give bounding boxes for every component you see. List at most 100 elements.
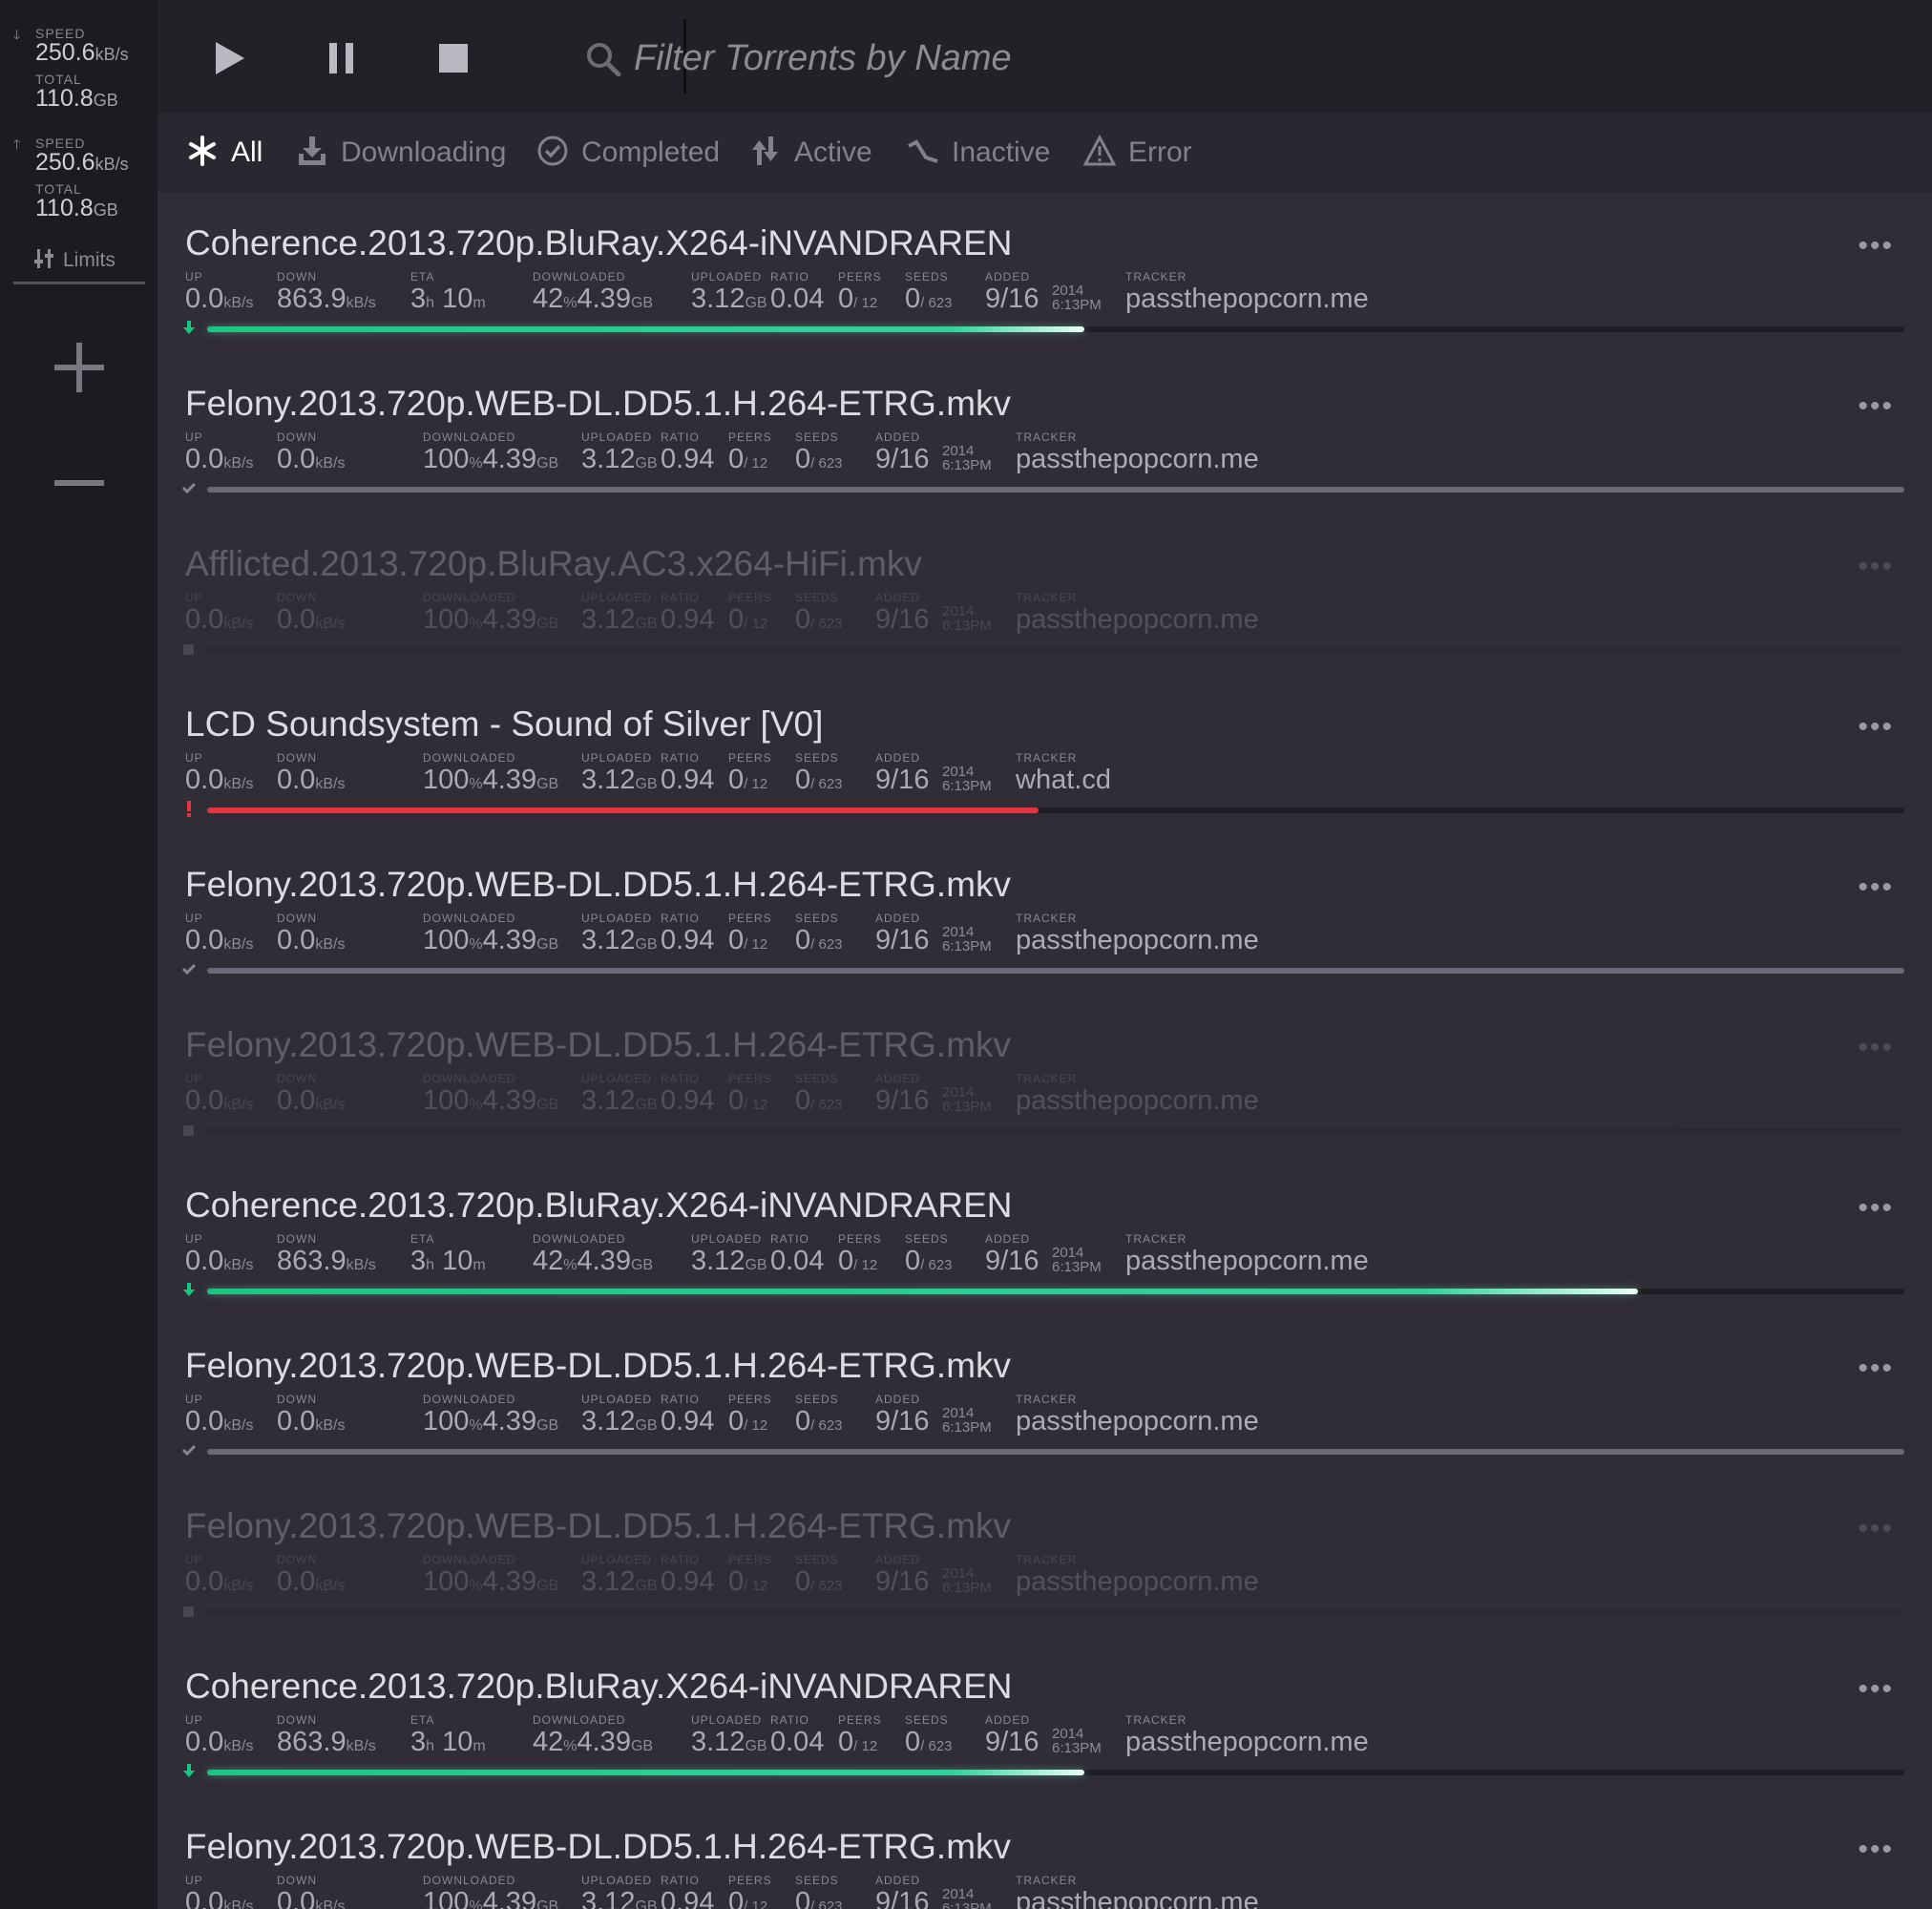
stat-ratio-value: 0.94 bbox=[661, 604, 715, 635]
stat-tracker-value: passthepopcorn.me bbox=[1125, 1727, 1369, 1757]
stat-tracker: TRACKER passthepopcorn.me bbox=[1016, 913, 1259, 954]
stat-up-label: UP bbox=[185, 1232, 203, 1246]
limits-button[interactable]: Limits bbox=[34, 248, 116, 272]
stat-downloaded-label: DOWNLOADED bbox=[533, 1713, 626, 1727]
stat-ratio: RATIO 0.94 bbox=[661, 431, 714, 473]
stat-seeds: SEEDS 0/ 623 bbox=[795, 1875, 843, 1909]
stat-seeds: SEEDS 0/ 623 bbox=[795, 1394, 843, 1440]
progress-fill bbox=[207, 968, 1904, 974]
torrent-name: Afflicted.2013.720p.BluRay.AC3.x264-HiFi… bbox=[185, 544, 922, 583]
stat-tracker-value: passthepopcorn.me bbox=[1016, 1085, 1259, 1116]
more-options-icon[interactable]: ••• bbox=[1858, 1836, 1894, 1864]
download-icon bbox=[299, 136, 326, 165]
more-options-icon[interactable]: ••• bbox=[1858, 1194, 1894, 1223]
stat-seeds: SEEDS 0/ 623 bbox=[905, 1714, 953, 1761]
more-options-icon[interactable]: ••• bbox=[1858, 1515, 1894, 1543]
pause-button[interactable] bbox=[320, 36, 364, 80]
more-options-icon[interactable]: ••• bbox=[1858, 1034, 1894, 1062]
stat-downloaded-label: DOWNLOADED bbox=[423, 1072, 516, 1085]
stat-up: UP 0.0kB/s bbox=[185, 271, 253, 318]
add-torrent-button[interactable] bbox=[52, 341, 106, 394]
torrent-row[interactable]: Felony.2013.720p.WEB-DL.DD5.1.H.264-ETRG… bbox=[158, 1476, 1932, 1636]
torrent-row[interactable]: Felony.2013.720p.WEB-DL.DD5.1.H.264-ETRG… bbox=[158, 1315, 1932, 1476]
progress-bar bbox=[207, 968, 1904, 974]
more-options-icon[interactable]: ••• bbox=[1858, 392, 1894, 421]
more-options-icon[interactable]: ••• bbox=[1858, 873, 1894, 902]
torrent-row[interactable]: Felony.2013.720p.WEB-DL.DD5.1.H.264-ETRG… bbox=[158, 353, 1932, 514]
stat-added-time: 6:13PM bbox=[942, 778, 992, 794]
stat-up-value: 0.0kB/s bbox=[185, 1406, 254, 1437]
stat-tracker-label: TRACKER bbox=[1016, 1553, 1078, 1566]
stat-down-label: DOWN bbox=[277, 591, 317, 604]
progress-bar bbox=[207, 808, 1904, 813]
remove-torrent-button[interactable] bbox=[52, 456, 106, 510]
stop-button[interactable] bbox=[431, 36, 475, 80]
stat-ratio-label: RATIO bbox=[770, 1713, 809, 1727]
progress-bar bbox=[207, 326, 1904, 332]
stat-added: ADDED 9/16 2014 6:13PM bbox=[875, 431, 999, 473]
stat-up: UP 0.0kB/s bbox=[185, 1233, 253, 1280]
torrent-row[interactable]: LCD Soundsystem - Sound of Silver [V0] •… bbox=[158, 674, 1932, 834]
stat-seeds-label: SEEDS bbox=[795, 430, 839, 444]
stat-added: ADDED 9/16 2014 6:13PM bbox=[875, 752, 999, 794]
stat-down-label: DOWN bbox=[277, 430, 317, 444]
stat-ratio-value: 0.04 bbox=[770, 1727, 825, 1757]
torrent-row[interactable]: Coherence.2013.720p.BluRay.X264-iNVANDRA… bbox=[158, 1155, 1932, 1315]
stat-up-label: UP bbox=[185, 270, 203, 283]
stat-ratio-label: RATIO bbox=[661, 751, 700, 765]
stat-up-value: 0.0kB/s bbox=[185, 444, 254, 474]
stat-seeds: SEEDS 0/ 623 bbox=[905, 271, 953, 318]
stat-ratio-label: RATIO bbox=[661, 1874, 700, 1887]
torrent-row[interactable]: Felony.2013.720p.WEB-DL.DD5.1.H.264-ETRG… bbox=[158, 1796, 1932, 1909]
stat-downloaded-value: 42%4.39GB bbox=[533, 283, 654, 314]
stat-added: ADDED 9/16 2014 6:13PM bbox=[875, 592, 999, 634]
stat-up: UP 0.0kB/s bbox=[185, 1394, 253, 1440]
tab-active[interactable]: Active bbox=[749, 134, 872, 172]
stat-uploaded-value: 3.12GB bbox=[581, 1406, 658, 1437]
torrent-row[interactable]: Coherence.2013.720p.BluRay.X264-iNVANDRA… bbox=[158, 1636, 1932, 1796]
stat-ratio-label: RATIO bbox=[661, 1072, 700, 1085]
limits-underline bbox=[13, 282, 145, 284]
tab-inactive[interactable]: Inactive bbox=[907, 134, 1050, 172]
tab-all[interactable]: All bbox=[186, 134, 262, 172]
stat-downloaded-label: DOWNLOADED bbox=[533, 1232, 626, 1246]
tab-error[interactable]: Error bbox=[1083, 134, 1192, 172]
stat-seeds-label: SEEDS bbox=[795, 1553, 839, 1566]
stat-up-label: UP bbox=[185, 1072, 203, 1085]
stat-down-label: DOWN bbox=[277, 751, 317, 765]
stat-eta-value: 3h 10m bbox=[410, 1727, 486, 1757]
tab-completed[interactable]: Completed bbox=[536, 134, 720, 172]
stat-downloaded: DOWNLOADED 100%4.39GB bbox=[423, 1875, 558, 1909]
stat-seeds-label: SEEDS bbox=[795, 751, 839, 765]
torrent-row[interactable]: Coherence.2013.720p.BluRay.X264-iNVANDRA… bbox=[158, 193, 1932, 353]
tab-downloading[interactable]: Downloading bbox=[296, 134, 506, 172]
stat-peers: PEERS 0/ 12 bbox=[838, 1714, 882, 1761]
stat-downloaded: DOWNLOADED 42%4.39GB bbox=[533, 1233, 653, 1280]
stat-up: UP 0.0kB/s bbox=[185, 913, 253, 959]
stat-peers-value: 0/ 12 bbox=[728, 444, 768, 474]
torrent-row[interactable]: Felony.2013.720p.WEB-DL.DD5.1.H.264-ETRG… bbox=[158, 834, 1932, 995]
stat-added: ADDED 9/16 2014 6:13PM bbox=[875, 1875, 999, 1909]
stat-down-value: 0.0kB/s bbox=[277, 604, 346, 635]
stat-added-label: ADDED bbox=[985, 270, 1031, 283]
play-button[interactable] bbox=[207, 36, 251, 80]
more-options-icon[interactable]: ••• bbox=[1858, 1354, 1894, 1383]
stat-tracker-label: TRACKER bbox=[1016, 751, 1078, 765]
stat-added-time: 6:13PM bbox=[942, 1900, 992, 1909]
stat-uploaded: UPLOADED 3.12GB bbox=[691, 271, 767, 318]
stat-added-year: 2014 bbox=[1052, 1245, 1084, 1261]
more-options-icon[interactable]: ••• bbox=[1858, 1675, 1894, 1704]
stat-uploaded-label: UPLOADED bbox=[581, 1553, 653, 1566]
stat-up-label: UP bbox=[185, 1713, 203, 1727]
stat-up: UP 0.0kB/s bbox=[185, 431, 253, 478]
tab-active-label: Active bbox=[794, 136, 872, 168]
stat-tracker: TRACKER what.cd bbox=[1016, 752, 1111, 794]
more-options-icon[interactable]: ••• bbox=[1858, 713, 1894, 742]
stat-added-time: 6:13PM bbox=[1052, 297, 1102, 313]
torrent-row[interactable]: Felony.2013.720p.WEB-DL.DD5.1.H.264-ETRG… bbox=[158, 995, 1932, 1155]
stat-tracker-value: passthepopcorn.me bbox=[1016, 1887, 1259, 1909]
search-input[interactable] bbox=[632, 32, 1495, 84]
torrent-row[interactable]: Afflicted.2013.720p.BluRay.AC3.x264-HiFi… bbox=[158, 514, 1932, 674]
more-options-icon[interactable]: ••• bbox=[1858, 232, 1894, 261]
more-options-icon[interactable]: ••• bbox=[1858, 553, 1894, 581]
